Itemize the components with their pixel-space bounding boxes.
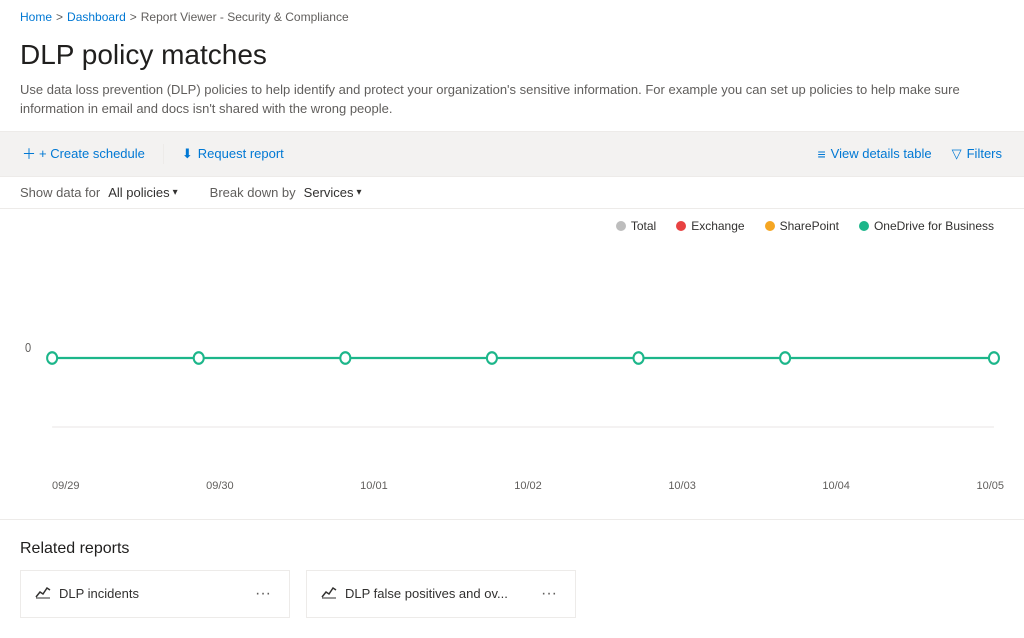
toolbar: ＋ + Create schedule ⬇ Request report ≡ V… <box>0 131 1024 177</box>
legend-exchange: Exchange <box>676 219 744 233</box>
breadcrumb-sep1: > <box>56 10 63 24</box>
toolbar-divider <box>163 144 164 164</box>
page-header: DLP policy matches Use data loss prevent… <box>0 30 1024 131</box>
card-menu-0[interactable]: ··· <box>251 583 275 605</box>
x-label-0930: 09/30 <box>206 480 234 492</box>
legend-label-total: Total <box>631 219 656 233</box>
svg-text:0: 0 <box>25 340 32 355</box>
related-section: Related reports DLP incidents ··· <box>0 519 1024 638</box>
create-schedule-label: + Create schedule <box>39 146 145 161</box>
filter-bar: Show data for All policies ▾ Break down … <box>0 177 1024 209</box>
breadcrumb-current: Report Viewer - Security & Compliance <box>141 10 349 24</box>
related-title: Related reports <box>20 540 1004 558</box>
toolbar-left: ＋ + Create schedule ⬇ Request report <box>20 140 286 168</box>
request-report-button[interactable]: ⬇ Request report <box>180 142 286 166</box>
break-down-by-label: Break down by <box>210 185 296 200</box>
legend-label-onedrive: OneDrive for Business <box>874 219 994 233</box>
legend-dot-total <box>616 221 626 231</box>
legend-dot-exchange <box>676 221 686 231</box>
all-policies-dropdown[interactable]: All policies ▾ <box>108 185 177 200</box>
create-schedule-button[interactable]: ＋ + Create schedule <box>20 140 147 168</box>
chart-legend: Total Exchange SharePoint OneDrive for B… <box>20 219 1004 233</box>
services-dropdown[interactable]: Services ▾ <box>304 185 362 200</box>
x-label-1001: 10/01 <box>360 480 388 492</box>
page-description: Use data loss prevention (DLP) policies … <box>20 80 1000 119</box>
all-policies-value: All policies <box>108 185 169 200</box>
breadcrumb: Home > Dashboard > Report Viewer - Secur… <box>0 0 1024 30</box>
legend-label-sharepoint: SharePoint <box>780 219 839 233</box>
plus-icon: ＋ <box>22 144 36 164</box>
chart-svg: 0 <box>20 243 1004 473</box>
x-label-1005: 10/05 <box>976 480 1004 492</box>
download-icon: ⬇ <box>182 146 193 162</box>
chart-icon-0 <box>35 584 51 603</box>
filters-button[interactable]: ▽ Filters <box>950 142 1004 166</box>
legend-total: Total <box>616 219 656 233</box>
legend-onedrive: OneDrive for Business <box>859 219 994 233</box>
view-details-button[interactable]: ≡ View details table <box>816 142 934 166</box>
chart-svg-wrapper: 0 09/29 09/30 10/01 10/02 10/03 10/04 10… <box>20 243 1004 492</box>
filters-label: Filters <box>967 146 1002 161</box>
filter-icon: ▽ <box>952 146 962 162</box>
chevron-down-icon-2: ▾ <box>357 187 362 198</box>
page-title: DLP policy matches <box>20 38 1004 72</box>
x-axis-labels: 09/29 09/30 10/01 10/02 10/03 10/04 10/0… <box>20 476 1004 492</box>
legend-sharepoint: SharePoint <box>765 219 839 233</box>
legend-dot-onedrive <box>859 221 869 231</box>
request-report-label: Request report <box>198 146 284 161</box>
x-label-1002: 10/02 <box>514 480 542 492</box>
x-label-0929: 09/29 <box>52 480 80 492</box>
breadcrumb-home[interactable]: Home <box>20 10 52 24</box>
chart-icon-1 <box>321 584 337 603</box>
related-card-label-0: DLP incidents <box>59 586 139 601</box>
chart-container: Total Exchange SharePoint OneDrive for B… <box>0 209 1024 509</box>
view-details-label: View details table <box>831 146 932 161</box>
breadcrumb-dashboard[interactable]: Dashboard <box>67 10 126 24</box>
services-value: Services <box>304 185 354 200</box>
related-card-left-0: DLP incidents <box>35 584 139 603</box>
chevron-down-icon: ▾ <box>173 187 178 198</box>
legend-dot-sharepoint <box>765 221 775 231</box>
show-data-for-label: Show data for <box>20 185 100 200</box>
related-card-0[interactable]: DLP incidents ··· <box>20 570 290 618</box>
breadcrumb-sep2: > <box>130 10 137 24</box>
toolbar-right: ≡ View details table ▽ Filters <box>816 142 1005 166</box>
related-card-1[interactable]: DLP false positives and ov... ··· <box>306 570 576 618</box>
legend-label-exchange: Exchange <box>691 219 744 233</box>
card-menu-1[interactable]: ··· <box>537 583 561 605</box>
view-details-icon: ≡ <box>818 146 826 162</box>
related-cards: DLP incidents ··· DLP false positives an… <box>20 570 1004 618</box>
x-label-1004: 10/04 <box>822 480 850 492</box>
related-card-label-1: DLP false positives and ov... <box>345 586 508 601</box>
related-card-left-1: DLP false positives and ov... <box>321 584 508 603</box>
x-label-1003: 10/03 <box>668 480 696 492</box>
